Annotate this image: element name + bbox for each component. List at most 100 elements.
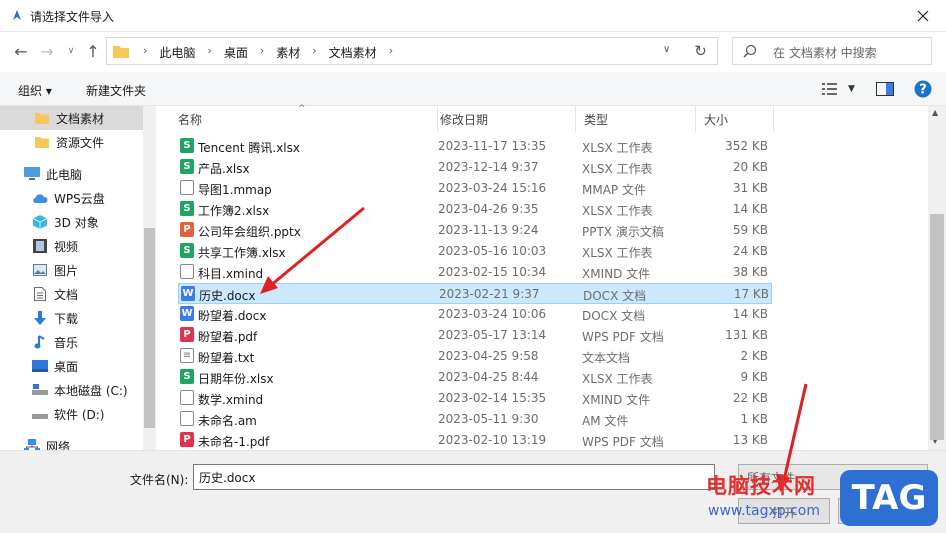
- file-row[interactable]: S 产品.xlsx 2023-12-14 9:37 XLSX 工作表 20 KB: [178, 157, 772, 178]
- sidebar-item-documents[interactable]: 文档: [0, 282, 143, 306]
- sidebar-item-此电脑[interactable]: 此电脑: [0, 162, 143, 186]
- file-row[interactable]: S 共享工作簿.xlsx 2023-05-16 10:03 XLSX 工作表 24 KB: [178, 241, 772, 262]
- help-icon: ?: [914, 80, 932, 98]
- search-input[interactable]: 在 文档素材 中搜索: [732, 37, 932, 65]
- folder-icon: [113, 46, 129, 58]
- close-button[interactable]: [900, 0, 946, 32]
- column-header-type[interactable]: 类型: [576, 106, 696, 132]
- sidebar-item-downloads[interactable]: 下载: [0, 306, 143, 330]
- refresh-button[interactable]: ↻: [684, 37, 718, 65]
- sidebar-item-desktop[interactable]: 桌面: [0, 354, 143, 378]
- sidebar-item-network[interactable]: 网络: [0, 434, 143, 450]
- file-row[interactable]: P 盼望着.pdf 2023-05-17 13:14 WPS PDF 文档 131 KB: [178, 325, 772, 346]
- sidebar-scrollbar-thumb[interactable]: [144, 228, 155, 428]
- file-row[interactable]: 导图1.mmap 2023-03-24 15:16 MMAP 文件 31 KB: [178, 178, 772, 199]
- file-row[interactable]: 未命名.am 2023-05-11 9:30 AM 文件 1 KB: [178, 409, 772, 430]
- navigation-pane: 文档素材 资源文件 此电脑 WPS云盘 3D 对象 视频 图片 文档 下载 音乐…: [0, 106, 156, 450]
- file-name: 历史.docx: [199, 289, 256, 303]
- file-name: 未命名.am: [198, 414, 257, 428]
- document-icon: [32, 286, 48, 302]
- generic-file-icon: [180, 264, 194, 279]
- organize-button[interactable]: 组织 ▾: [18, 82, 52, 99]
- file-type: DOCX 文档: [583, 289, 647, 303]
- file-row[interactable]: 科目.xmind 2023-02-15 10:34 XMIND 文件 38 KB: [178, 262, 772, 283]
- file-date: 2023-11-17 13:35: [438, 139, 547, 153]
- file-date: 2023-02-15 10:34: [438, 265, 547, 279]
- network-icon: [24, 438, 40, 450]
- sidebar-item-label: 文档素材: [56, 111, 105, 126]
- file-row[interactable]: P 公司年会组织.pptx 2023-11-13 9:24 PPTX 演示文稿 59 K…: [178, 220, 772, 241]
- chevron-down-icon: ∨: [67, 46, 75, 56]
- sidebar-item-pictures[interactable]: 图片: [0, 258, 143, 282]
- new-folder-button[interactable]: 新建文件夹: [86, 82, 146, 99]
- file-date: 2023-05-16 10:03: [438, 244, 547, 258]
- breadcrumb-separator-icon: ›: [312, 44, 317, 57]
- drive-icon: [32, 382, 48, 398]
- back-button[interactable]: ←: [12, 41, 30, 61]
- file-row[interactable]: 数学.xmind 2023-02-14 15:35 XMIND 文件 22 KB: [178, 388, 772, 409]
- file-list-scrollbar-thumb[interactable]: [930, 214, 944, 440]
- title-bar: 请选择文件导入: [0, 0, 946, 32]
- file-row[interactable]: S 日期年份.xlsx 2023-04-25 8:44 XLSX 工作表 9 KB: [178, 367, 772, 388]
- file-size: 17 KB: [733, 287, 769, 301]
- file-name: 共享工作簿.xlsx: [198, 246, 286, 260]
- watermark-url: www.tagxp.com: [708, 503, 820, 519]
- column-header-size[interactable]: 大小: [696, 106, 774, 132]
- sidebar-item-wps-cloud[interactable]: WPS云盘: [0, 186, 143, 210]
- address-dropdown-icon[interactable]: ∨: [663, 44, 670, 55]
- file-date: 2023-04-26 9:35: [438, 202, 539, 216]
- search-placeholder: 在 文档素材 中搜索: [773, 46, 877, 60]
- address-bar[interactable]: › 此电脑 › 桌面 › 素材 › 文档素材 › ∨: [106, 37, 718, 65]
- sidebar-item-music[interactable]: 音乐: [0, 330, 143, 354]
- view-options-button[interactable]: ▼: [822, 80, 855, 98]
- sidebar-item-label: 下载: [54, 311, 79, 326]
- sidebar-item-videos[interactable]: 视频: [0, 234, 143, 258]
- filename-input[interactable]: 历史.docx: [193, 464, 715, 490]
- file-row[interactable]: ≡ 盼望着.txt 2023-04-25 9:58 文本文档 2 KB: [178, 346, 772, 367]
- breadcrumb-item[interactable]: 此电脑: [155, 44, 199, 61]
- file-row[interactable]: S 工作簿2.xlsx 2023-04-26 9:35 XLSX 工作表 14 KB: [178, 199, 772, 220]
- sidebar-item-software-d[interactable]: 软件 (D:): [0, 402, 143, 426]
- sidebar-item-3d-objects[interactable]: 3D 对象: [0, 210, 143, 234]
- file-row[interactable]: W 盼望着.docx 2023-03-24 10:06 DOCX 文档 14 KB: [178, 304, 772, 325]
- column-header-label: 大小: [704, 112, 729, 127]
- docx-icon: W: [180, 306, 194, 321]
- file-row[interactable]: W 历史.docx 2023-02-21 9:37 DOCX 文档 17 KB: [178, 283, 772, 304]
- preview-pane-button[interactable]: [876, 80, 894, 98]
- file-row[interactable]: S Tencent 腾讯.xlsx 2023-11-17 13:35 XLSX 工作表…: [178, 136, 772, 157]
- file-size: 2 KB: [740, 349, 768, 363]
- file-size: 1 KB: [740, 412, 768, 426]
- sidebar-item-label: 文档: [54, 287, 79, 302]
- forward-button[interactable]: →: [38, 42, 56, 61]
- breadcrumb-item[interactable]: 桌面: [220, 44, 252, 61]
- file-row[interactable]: P 未命名-1.pdf 2023-02-10 13:19 WPS PDF 文档 13 K…: [178, 430, 772, 451]
- column-header-date[interactable]: 修改日期: [432, 106, 576, 132]
- xlsx-icon: S: [180, 369, 194, 384]
- file-type: WPS PDF 文档: [582, 435, 664, 449]
- breadcrumb-item[interactable]: 素材: [272, 44, 304, 61]
- sidebar-item-资源文件[interactable]: 资源文件: [0, 130, 143, 154]
- help-button[interactable]: ?: [914, 80, 932, 98]
- up-button[interactable]: ↑: [84, 41, 102, 61]
- file-date: 2023-05-17 13:14: [438, 328, 547, 342]
- file-size: 38 KB: [732, 265, 768, 279]
- sidebar-item-文档素材[interactable]: 文档素材: [0, 106, 143, 130]
- arrow-up-icon: ↑: [86, 41, 100, 61]
- file-size: 131 KB: [725, 328, 768, 342]
- file-date: 2023-04-25 9:58: [438, 349, 539, 363]
- file-size: 22 KB: [732, 391, 768, 405]
- file-type: XMIND 文件: [582, 267, 651, 281]
- window-title: 请选择文件导入: [30, 10, 115, 24]
- pdf-icon: P: [180, 327, 194, 342]
- arrow-left-icon: ←: [14, 41, 28, 61]
- file-date: 2023-02-21 9:37: [439, 287, 540, 301]
- file-size: 59 KB: [732, 223, 768, 237]
- file-date: 2023-04-25 8:44: [438, 370, 539, 384]
- sidebar-item-label: 本地磁盘 (C:): [54, 383, 128, 398]
- breadcrumb-item[interactable]: 文档素材: [325, 44, 381, 61]
- sidebar-item-local-disk-c[interactable]: 本地磁盘 (C:): [0, 378, 143, 402]
- file-name: 产品.xlsx: [198, 162, 250, 176]
- file-type: XLSX 工作表: [582, 372, 653, 386]
- svg-text:?: ?: [919, 83, 927, 98]
- recent-locations-button[interactable]: ∨: [62, 42, 80, 60]
